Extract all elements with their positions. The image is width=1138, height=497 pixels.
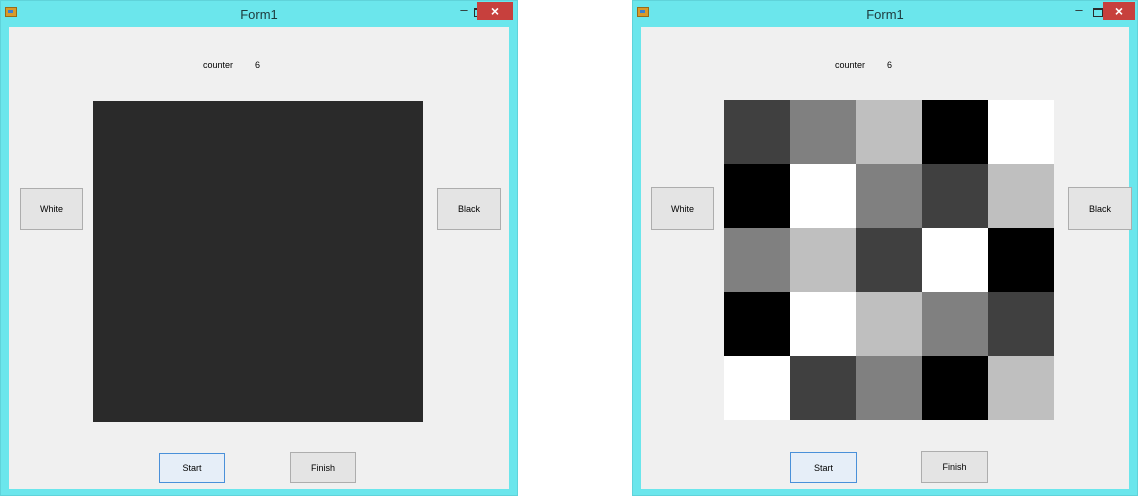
counter-label: counter — [835, 60, 866, 70]
minimize-icon[interactable]: – — [456, 3, 472, 19]
form-client-area: counter 6 White Black Start Finish — [9, 27, 509, 489]
grid-tile — [988, 100, 1054, 164]
grid-tile — [856, 228, 922, 292]
finish-button[interactable]: Finish — [290, 452, 356, 483]
minimize-icon[interactable]: – — [1071, 3, 1087, 19]
drawing-canvas — [724, 100, 1054, 421]
black-button[interactable]: Black — [1068, 187, 1132, 230]
form1-window-right: Form1 – × counter 6 White Black Start Fi… — [632, 0, 1138, 496]
grid-tile — [724, 164, 790, 228]
grid-tile — [856, 164, 922, 228]
counter-label: counter — [203, 60, 234, 70]
white-button[interactable]: White — [20, 188, 83, 230]
close-icon[interactable]: × — [1103, 2, 1135, 20]
finish-button[interactable]: Finish — [921, 451, 988, 483]
maximize-icon[interactable] — [1093, 8, 1103, 17]
window-title: Form1 — [866, 7, 904, 22]
white-button[interactable]: White — [651, 187, 714, 230]
drawing-canvas — [93, 101, 423, 422]
grid-tile — [790, 228, 856, 292]
grid-tile — [922, 356, 988, 420]
grid-tile — [790, 164, 856, 228]
grid-tile — [856, 292, 922, 356]
grid-tile — [922, 100, 988, 164]
title-bar[interactable]: Form1 – × — [633, 1, 1137, 27]
grid-tile — [922, 292, 988, 356]
tile-grid — [724, 100, 1054, 420]
form-client-area: counter 6 White Black Start Finish — [641, 27, 1132, 489]
grid-tile — [922, 164, 988, 228]
window-title: Form1 — [240, 7, 278, 22]
start-button[interactable]: Start — [159, 453, 225, 483]
grid-tile — [922, 228, 988, 292]
grid-tile — [856, 100, 922, 164]
start-button[interactable]: Start — [790, 452, 857, 483]
grid-tile — [724, 356, 790, 420]
grid-tile — [724, 228, 790, 292]
grid-tile — [988, 292, 1054, 356]
black-button[interactable]: Black — [437, 188, 501, 230]
grid-tile — [790, 292, 856, 356]
grid-tile — [724, 292, 790, 356]
title-bar[interactable]: Form1 – × — [1, 1, 517, 27]
close-icon[interactable]: × — [477, 2, 513, 20]
grid-tile — [790, 100, 856, 164]
counter-value: 6 — [255, 60, 261, 70]
grid-tile — [724, 100, 790, 164]
grid-tile — [988, 228, 1054, 292]
grid-tile — [988, 356, 1054, 420]
counter-value: 6 — [887, 60, 893, 70]
grid-tile — [856, 356, 922, 420]
grid-tile — [790, 356, 856, 420]
form1-window-left: Form1 – × counter 6 White Black Start Fi… — [0, 0, 518, 496]
grid-tile — [988, 164, 1054, 228]
